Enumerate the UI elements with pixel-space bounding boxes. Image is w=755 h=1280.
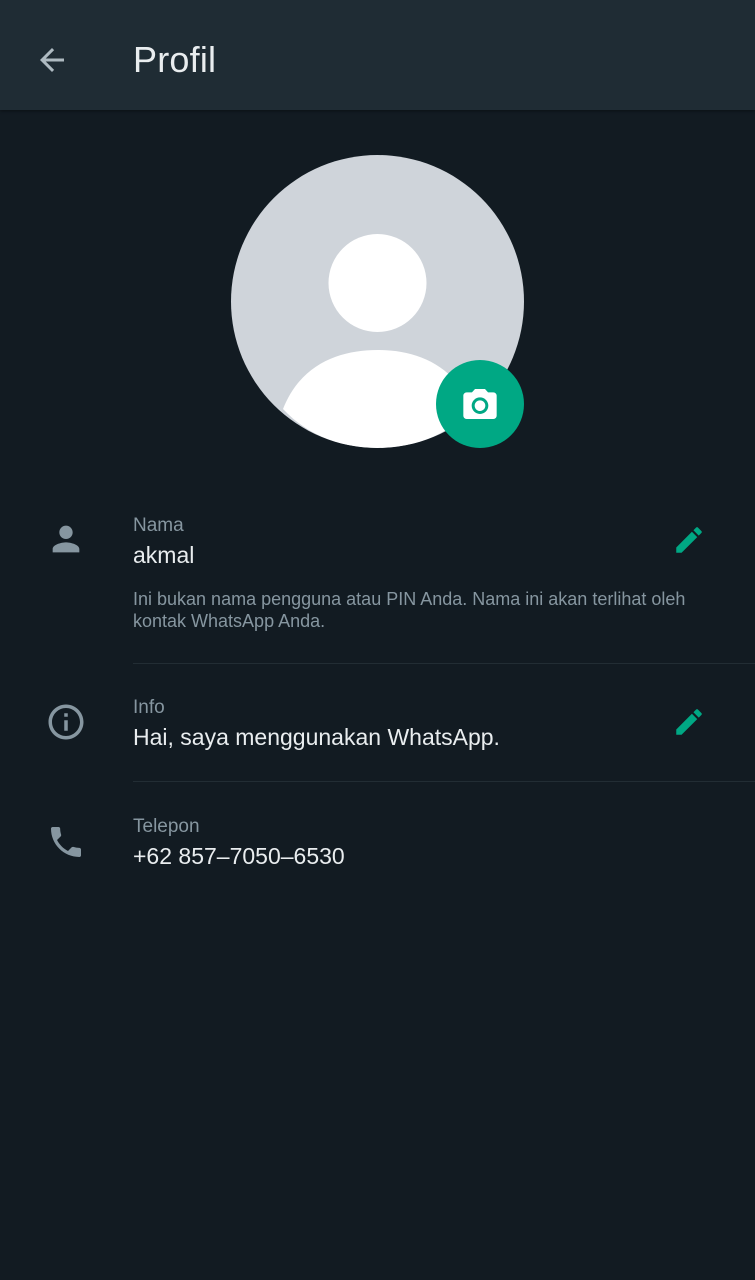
divider: [133, 663, 755, 664]
about-value: Hai, saya menggunakan WhatsApp.: [133, 724, 500, 750]
pencil-icon: [676, 709, 702, 735]
name-hint: Ini bukan nama pengguna atau PIN Anda. N…: [133, 589, 686, 631]
name-value: akmal: [133, 542, 195, 568]
phone-value: +62 857–7050–6530: [133, 843, 345, 869]
pencil-icon: [676, 527, 702, 553]
divider: [133, 781, 755, 782]
name-label: Nama: [133, 515, 184, 536]
edit-about-button[interactable]: [664, 697, 714, 747]
info-icon: [44, 700, 88, 744]
person-icon: [44, 517, 88, 561]
edit-name-button[interactable]: [664, 515, 714, 565]
about-row[interactable]: Info Hai, saya menggunakan WhatsApp.: [0, 682, 755, 780]
arrow-back-icon: [40, 48, 64, 72]
change-photo-button[interactable]: [436, 360, 524, 448]
profile-photo-section: [231, 155, 524, 448]
app-bar: Profil: [0, 0, 755, 110]
back-button[interactable]: [22, 30, 82, 90]
name-row[interactable]: Nama akmal Ini bukan nama pengguna atau …: [0, 500, 755, 662]
about-label: Info: [133, 697, 165, 718]
camera-icon: [463, 389, 497, 419]
phone-label: Telepon: [133, 816, 200, 837]
page-title: Profil: [133, 39, 217, 80]
phone-row[interactable]: Telepon +62 857–7050–6530: [0, 801, 755, 899]
phone-icon: [44, 820, 88, 864]
